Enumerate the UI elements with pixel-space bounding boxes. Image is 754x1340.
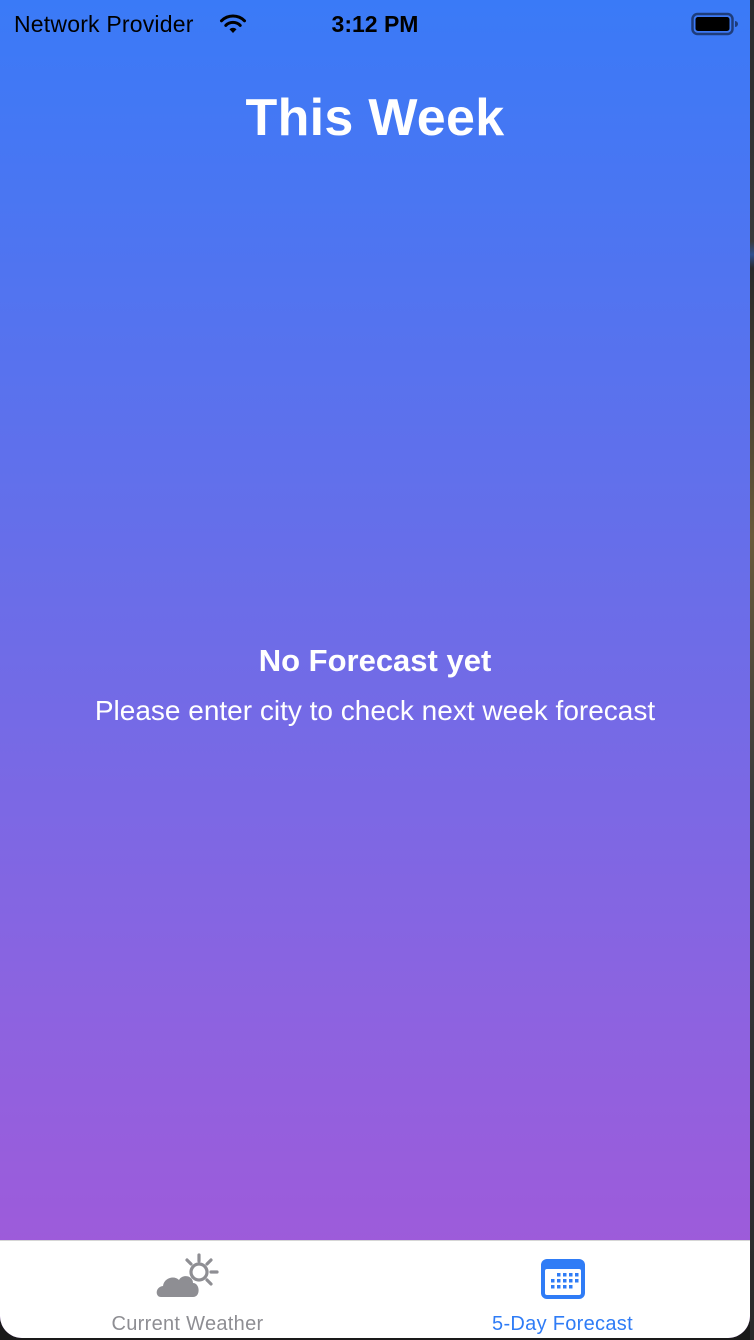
empty-state-title: No Forecast yet (258, 643, 492, 678)
tab-bar: Current Weather 5-Day Forecast (0, 1240, 750, 1338)
battery-icon (691, 12, 738, 36)
tab-5-day-forecast[interactable]: 5-Day Forecast (375, 1241, 750, 1338)
status-time: 3:12 PM (331, 11, 419, 37)
cloud-sun-icon (156, 1253, 219, 1297)
status-bar: Network Provider 3:12 PM (0, 0, 750, 50)
app-screen: Network Provider 3:12 PM This Week No Fo… (0, 0, 750, 1338)
window-edge (750, 0, 754, 1340)
page-title: This Week (245, 89, 505, 147)
tab-current-weather[interactable]: Current Weather (0, 1241, 375, 1338)
empty-state-message: Please enter city to check next week for… (94, 695, 656, 726)
calendar-icon (540, 1259, 585, 1299)
tab-label-current-weather: Current Weather (111, 1313, 264, 1335)
tab-label-5-day-forecast: 5-Day Forecast (492, 1313, 633, 1335)
